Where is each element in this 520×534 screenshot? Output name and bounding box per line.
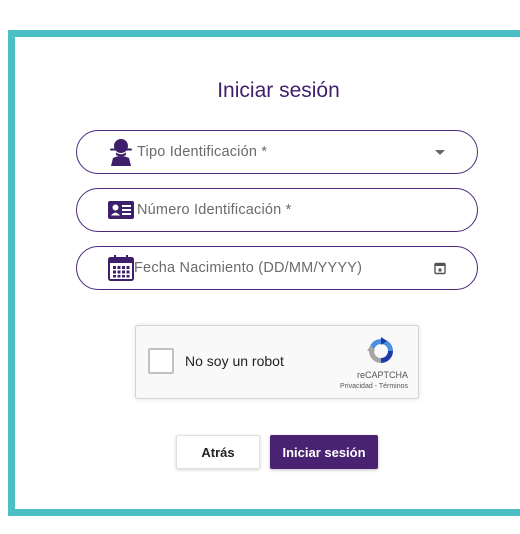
recaptcha-links[interactable]: Privacidad - Términos — [340, 383, 408, 390]
page-title: Iniciar sesión — [217, 79, 340, 102]
calendar-small-icon[interactable] — [433, 261, 447, 275]
id-type-select[interactable]: Tipo Identificación * — [76, 130, 478, 174]
recaptcha-brand: reCAPTCHA — [356, 370, 408, 380]
id-number-label: Número Identificación * — [137, 202, 292, 218]
user-icon — [110, 139, 132, 166]
login-button[interactable]: Iniciar sesión — [270, 435, 378, 469]
id-type-label: Tipo Identificación * — [137, 144, 268, 160]
recaptcha-widget: No soy un robot reCAPTCHA Privacidad - T… — [135, 325, 419, 399]
id-number-field[interactable]: Número Identificación * — [76, 188, 478, 232]
recaptcha-label: No soy un robot — [185, 353, 284, 369]
dropdown-arrow-icon[interactable] — [433, 145, 447, 159]
id-card-icon — [108, 201, 134, 219]
birth-date-label: Fecha Nacimiento (DD/MM/YYYY) — [134, 260, 363, 276]
back-button[interactable]: Atrás — [176, 435, 260, 469]
recaptcha-logo-icon — [367, 337, 393, 363]
calendar-icon — [108, 255, 134, 281]
login-card: Iniciar sesión Tipo Identificación * Núm… — [8, 30, 520, 516]
birth-date-field[interactable]: Fecha Nacimiento (DD/MM/YYYY) — [76, 246, 478, 290]
recaptcha-checkbox[interactable] — [148, 348, 174, 374]
